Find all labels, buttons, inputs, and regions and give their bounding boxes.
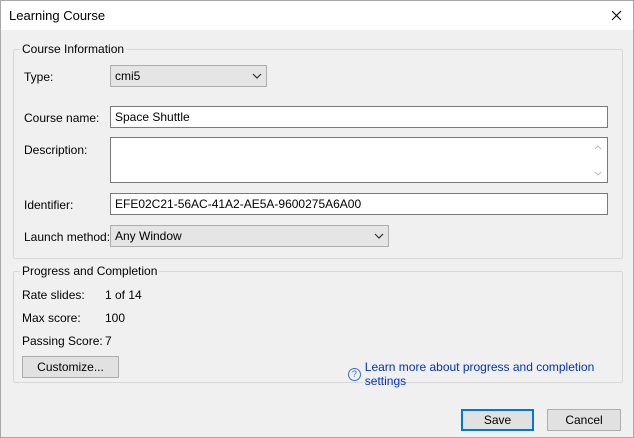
- save-button-label: Save: [483, 413, 512, 427]
- course-name-label: Course name:: [24, 111, 100, 125]
- customize-button[interactable]: Customize...: [22, 356, 119, 378]
- cancel-button-label: Cancel: [565, 413, 603, 427]
- chevron-down-icon: [248, 73, 266, 79]
- dialog-title: Learning Course: [9, 8, 106, 23]
- learning-course-dialog: Learning Course Course Information Type:…: [0, 0, 634, 438]
- description-label: Description:: [24, 143, 88, 157]
- rate-slides-label: Rate slides:: [22, 288, 85, 302]
- max-score-label: Max score:: [22, 311, 81, 325]
- title-bar: Learning Course: [1, 1, 633, 30]
- description-textarea[interactable]: [110, 137, 608, 183]
- identifier-label: Identifier:: [24, 198, 74, 212]
- course-name-input[interactable]: [110, 106, 608, 128]
- passing-score-value: 7: [105, 334, 112, 348]
- cancel-button[interactable]: Cancel: [547, 409, 621, 431]
- identifier-input[interactable]: [110, 193, 608, 215]
- type-select-value: cmi5: [115, 69, 141, 83]
- launch-method-select[interactable]: Any Window: [110, 225, 389, 247]
- scroll-up-arrow-icon[interactable]: [592, 142, 604, 152]
- launch-method-label: Launch method:: [24, 230, 111, 244]
- question-circle-icon: ?: [348, 367, 361, 381]
- learn-more-link[interactable]: ? Learn more about progress and completi…: [348, 360, 633, 388]
- chevron-down-icon: [370, 233, 388, 239]
- customize-button-label: Customize...: [37, 360, 104, 374]
- close-button[interactable]: [603, 4, 629, 26]
- max-score-value: 100: [105, 311, 126, 325]
- launch-method-value: Any Window: [115, 229, 182, 243]
- type-label: Type:: [24, 70, 54, 84]
- progress-completion-legend: Progress and Completion: [20, 264, 160, 278]
- type-select[interactable]: cmi5: [110, 65, 267, 87]
- rate-slides-value: 1 of 14: [105, 288, 142, 302]
- passing-score-label: Passing Score:: [22, 334, 103, 348]
- scroll-down-arrow-icon[interactable]: [592, 168, 604, 178]
- close-icon: [611, 10, 621, 20]
- learn-more-link-text: Learn more about progress and completion…: [364, 360, 595, 388]
- save-button[interactable]: Save: [461, 409, 534, 431]
- course-information-legend: Course Information: [20, 42, 127, 56]
